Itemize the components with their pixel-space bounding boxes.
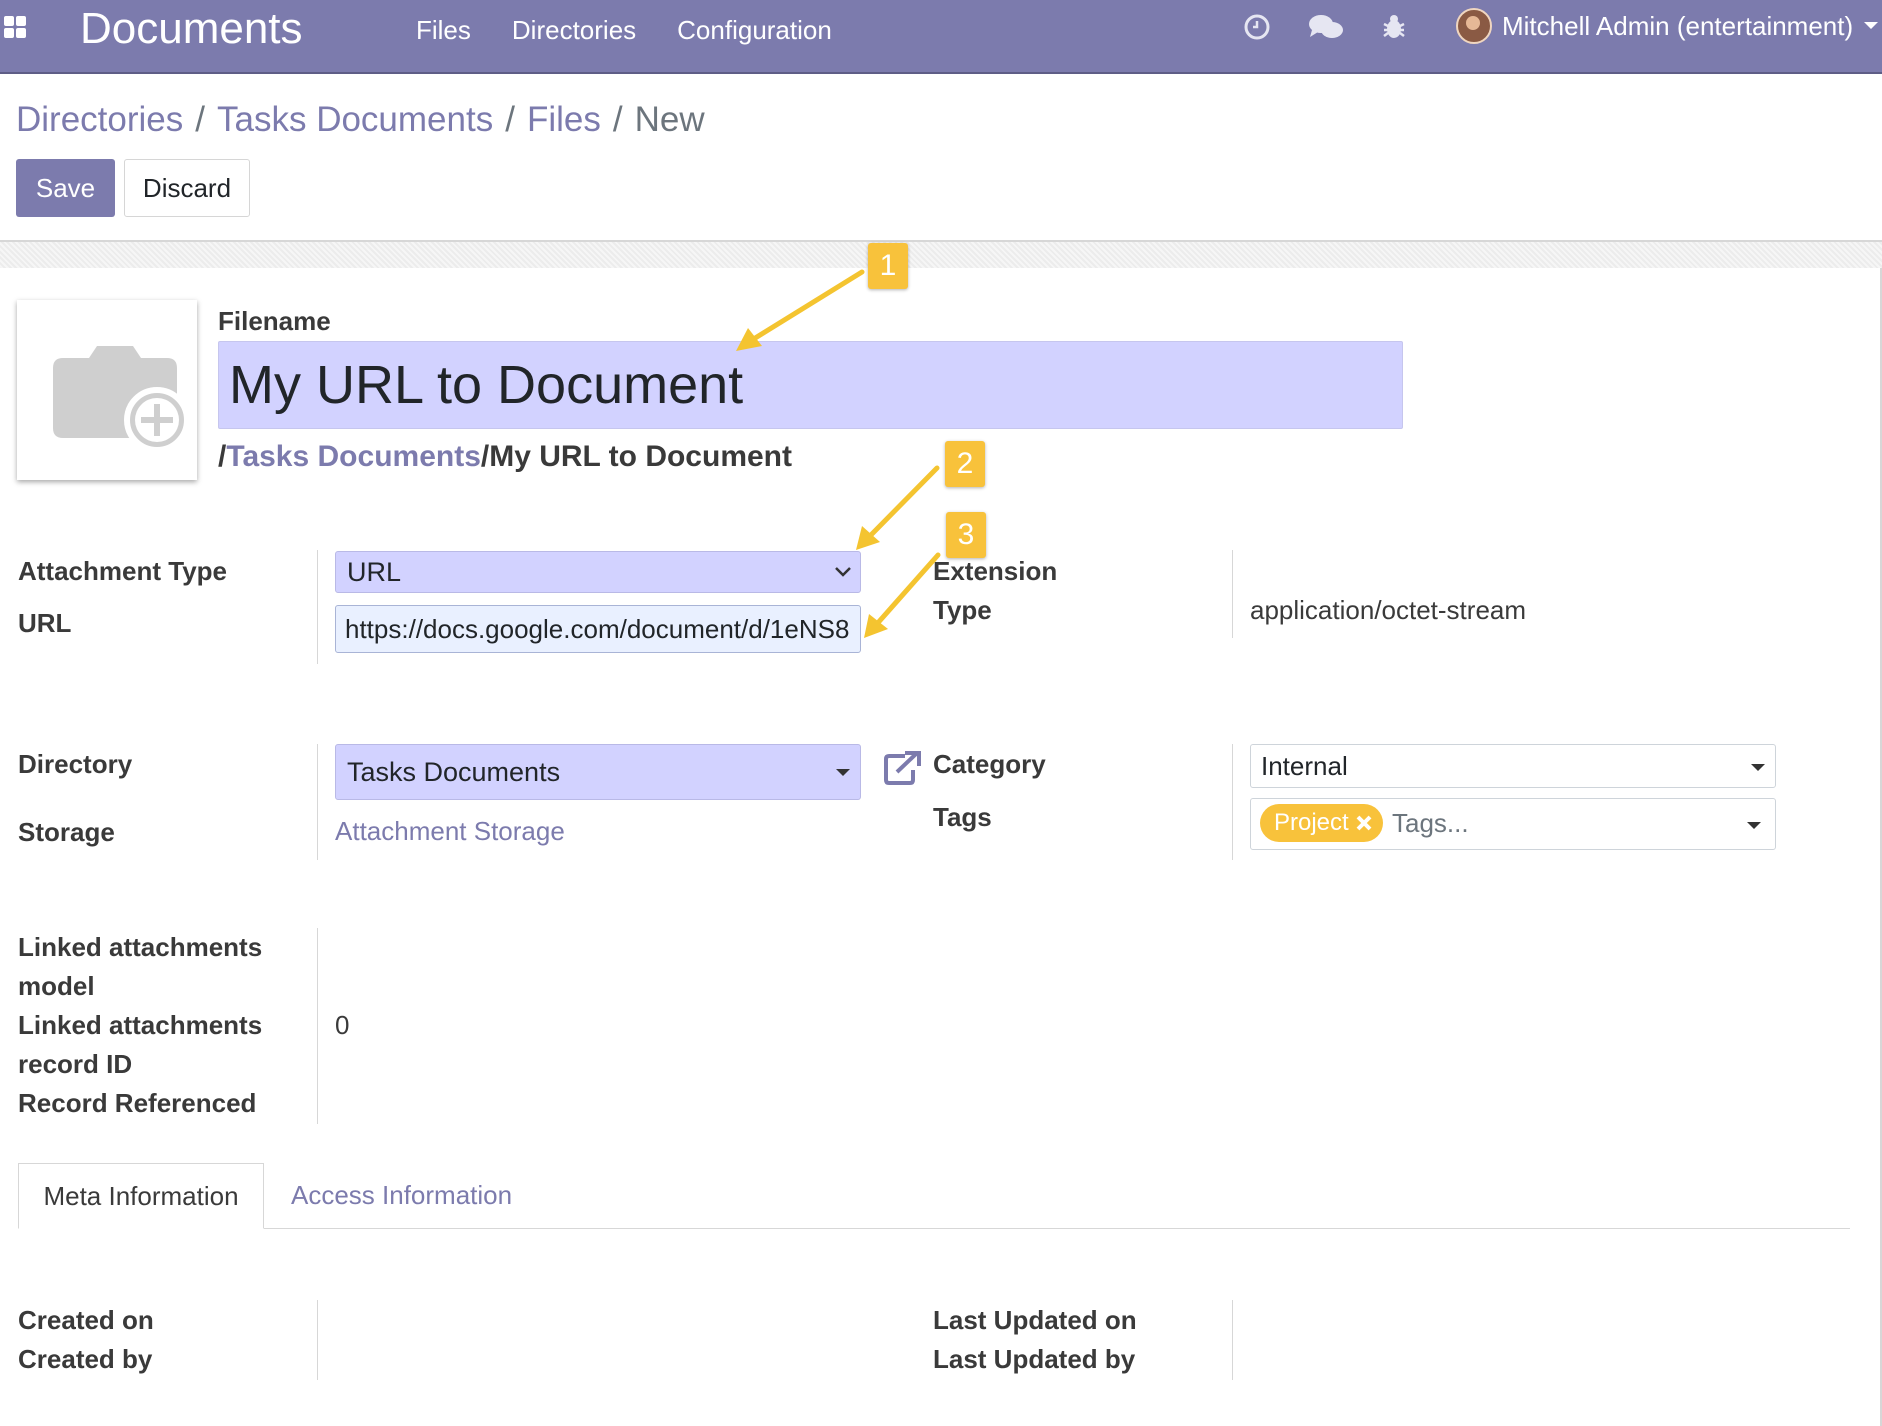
path-directory-link[interactable]: Tasks Documents: [226, 440, 481, 473]
user-menu[interactable]: Mitchell Admin (entertainment): [1456, 8, 1879, 44]
breadcrumb-current: New: [634, 100, 705, 139]
user-name: Mitchell Admin (entertainment): [1502, 10, 1854, 41]
divider: [317, 550, 318, 664]
avatar: [1456, 8, 1492, 44]
type-value: application/octet-stream: [1250, 595, 1527, 625]
tags-placeholder: Tags...: [1392, 808, 1469, 838]
tabs-divider: [18, 1228, 1850, 1229]
tab-meta-information[interactable]: Meta Information: [18, 1163, 264, 1229]
menu-configuration[interactable]: Configuration: [677, 15, 832, 46]
menu-files[interactable]: Files: [416, 15, 471, 46]
storage-label: Storage: [18, 817, 115, 847]
linked-record-label-1: Linked attachments: [18, 1010, 263, 1040]
breadcrumb: Directories / Tasks Documents / Files / New: [16, 100, 705, 139]
tags-label: Tags: [933, 802, 992, 832]
extension-label: Extension: [933, 556, 1058, 586]
record-referenced-label: Record Referenced: [18, 1088, 257, 1118]
url-input[interactable]: https://docs.google.com/document/d/1eNS8: [335, 605, 861, 653]
linked-model-label-1: Linked attachments: [18, 932, 263, 962]
tag-chip-label: Project: [1274, 809, 1349, 836]
divider: [1232, 744, 1233, 860]
remove-tag-icon[interactable]: [1355, 814, 1373, 832]
chevron-down-icon: [835, 567, 851, 577]
breadcrumb-directories[interactable]: Directories: [16, 100, 183, 139]
directory-select[interactable]: Tasks Documents: [335, 744, 861, 800]
sheet-background: [0, 240, 1882, 270]
created-by-label: Created by: [18, 1344, 153, 1374]
chevron-down-icon: [1864, 22, 1879, 29]
category-label: Category: [933, 749, 1046, 779]
divider: [1232, 1300, 1233, 1380]
divider: [317, 928, 318, 1124]
top-navbar: Documents Files Directories Configuratio…: [0, 0, 1882, 74]
linked-record-label-2: record ID: [18, 1049, 133, 1079]
filename-input[interactable]: My URL to Document: [218, 341, 1403, 429]
chat-icon[interactable]: [1308, 13, 1344, 48]
camera-add-icon: [53, 346, 190, 453]
attachment-type-value: URL: [347, 557, 402, 587]
path-suffix: /My URL to Document: [480, 440, 792, 473]
caret-down-icon: [836, 769, 850, 776]
app-title[interactable]: Documents: [80, 4, 303, 54]
created-on-label: Created on: [18, 1305, 154, 1335]
divider: [1232, 550, 1233, 638]
url-label: URL: [18, 608, 72, 638]
annotation-badge-2: 2: [945, 441, 985, 487]
document-path: /Tasks Documents/My URL to Document: [218, 440, 792, 474]
divider: [317, 1300, 318, 1380]
tag-chip: Project: [1260, 804, 1383, 842]
main-menu: Files Directories Configuration: [416, 15, 832, 46]
bug-icon[interactable]: [1380, 12, 1408, 47]
caret-down-icon: [1751, 764, 1765, 771]
storage-link[interactable]: Attachment Storage: [335, 816, 565, 847]
category-value: Internal: [1261, 751, 1348, 781]
divider: [317, 744, 318, 860]
save-button[interactable]: Save: [16, 159, 115, 217]
directory-value: Tasks Documents: [347, 757, 561, 787]
directory-label: Directory: [18, 749, 133, 779]
breadcrumb-tasks-documents[interactable]: Tasks Documents: [217, 100, 493, 139]
filename-label: Filename: [218, 306, 331, 336]
apps-menu-icon[interactable]: [2, 16, 28, 42]
caret-down-icon: [1747, 822, 1761, 829]
linked-model-label-2: model: [18, 971, 95, 1001]
external-link-icon[interactable]: [883, 750, 923, 791]
thumbnail-upload[interactable]: [17, 300, 197, 480]
last-updated-on-label: Last Updated on: [933, 1305, 1137, 1335]
tab-access-information[interactable]: Access Information: [291, 1180, 512, 1211]
menu-directories[interactable]: Directories: [512, 15, 636, 46]
breadcrumb-files[interactable]: Files: [527, 100, 601, 139]
discard-button[interactable]: Discard: [124, 159, 250, 217]
attachment-type-select[interactable]: URL: [335, 551, 861, 593]
last-updated-by-label: Last Updated by: [933, 1344, 1136, 1374]
type-label: Type: [933, 595, 992, 625]
category-select[interactable]: Internal: [1250, 744, 1776, 788]
attachment-type-label: Attachment Type: [18, 556, 227, 586]
linked-record-value: 0: [335, 1010, 350, 1040]
clock-icon[interactable]: [1243, 13, 1271, 46]
annotation-badge-3: 3: [946, 512, 986, 558]
annotation-badge-1: 1: [868, 243, 908, 289]
